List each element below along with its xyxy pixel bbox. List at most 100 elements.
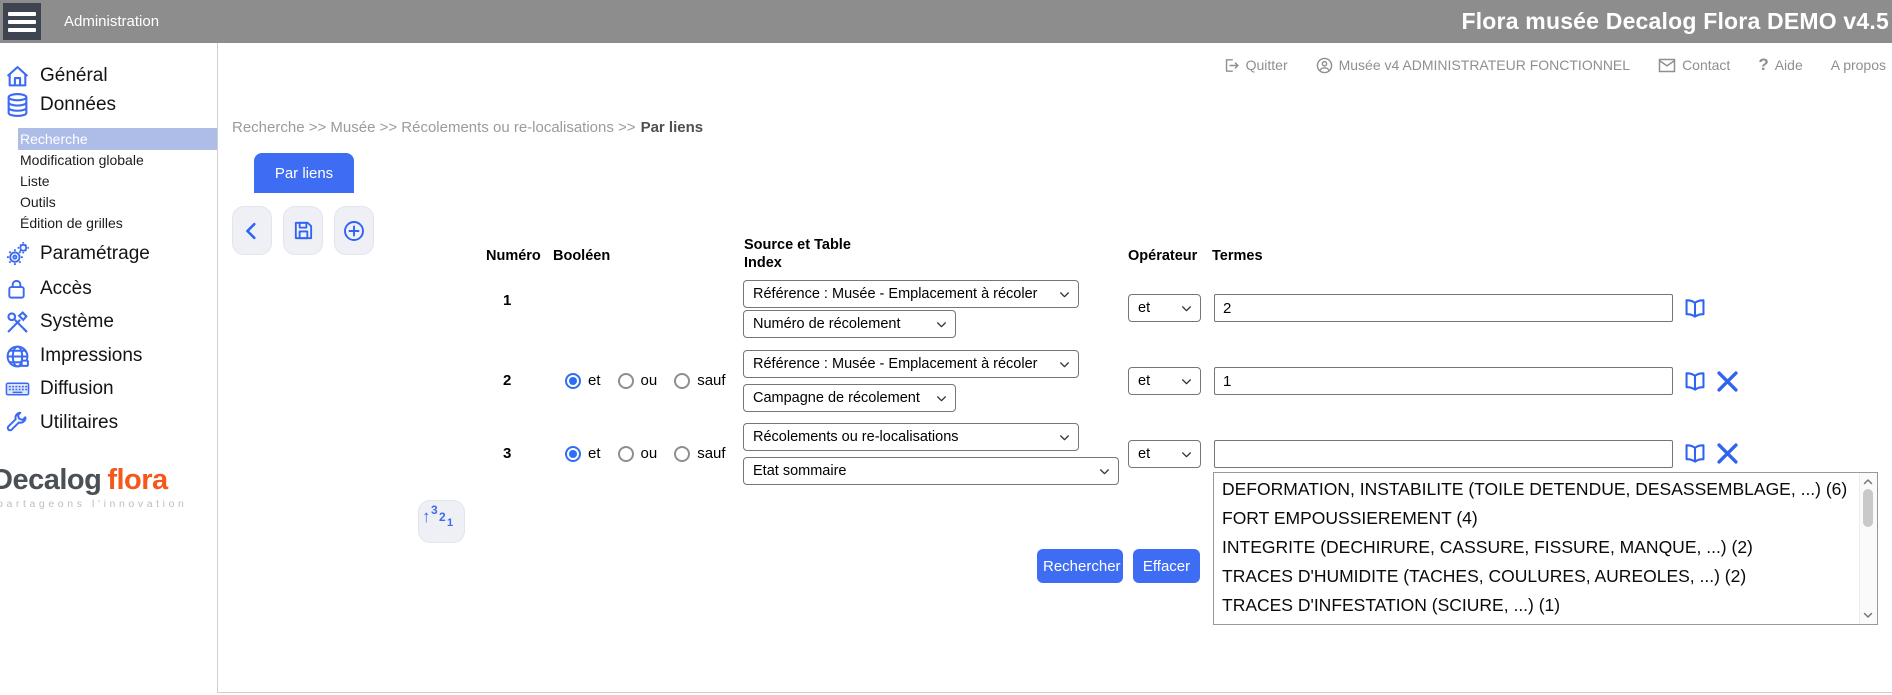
envelope-icon (1658, 58, 1676, 73)
list-item[interactable]: TRACES D'HUMIDITE (TACHES, COULURES, AUR… (1214, 562, 1860, 591)
globe-icon (5, 344, 31, 368)
save-button[interactable] (283, 206, 323, 255)
sidebar-item-modification-globale[interactable]: Modification globale (20, 152, 144, 168)
sort-order-button[interactable]: 3 ↑ 2 1 (418, 500, 465, 543)
floppy-disk-icon (292, 219, 315, 242)
scroll-down-icon[interactable] (1862, 609, 1874, 621)
quit-label: Quitter (1246, 57, 1288, 73)
operator-select-row2[interactable]: et (1128, 367, 1201, 395)
scroll-up-icon[interactable] (1862, 476, 1874, 488)
question-mark-icon: ? (1758, 55, 1768, 75)
sidebar-item-recherche[interactable]: Recherche (20, 131, 88, 147)
tools-icon (5, 310, 31, 334)
tab-par-liens[interactable]: Par liens (254, 153, 354, 193)
list-item[interactable]: FORT EMPOUSSIEREMENT (4) (1214, 504, 1860, 533)
help-link[interactable]: ? Aide (1758, 55, 1802, 75)
sidebar-item-edition-de-grilles[interactable]: Édition de grilles (20, 215, 123, 231)
utility-bar: Quitter Musée v4 ADMINISTRATEUR FONCTION… (1223, 55, 1886, 75)
source-table-select-row1[interactable]: Référence : Musée - Emplacement à récole… (743, 280, 1079, 308)
operator-select-row3[interactable]: et (1128, 440, 1201, 468)
delete-row-x-icon[interactable] (1714, 440, 1740, 466)
delete-row-x-icon[interactable] (1714, 368, 1740, 394)
keyboard-icon (5, 377, 31, 401)
index-value-listbox: DEFORMATION, INSTABILITE (TOILE DETENDUE… (1213, 472, 1878, 625)
source-table-select-row3[interactable]: Récolements ou re-localisations (743, 423, 1079, 451)
open-book-icon[interactable] (1682, 369, 1708, 395)
logo-brand: Decalog (0, 464, 101, 496)
breadcrumb-trail: Recherche >> Musée >> Récolements ou re-… (232, 119, 636, 136)
sidebar-item-diffusion[interactable]: Diffusion (5, 377, 114, 401)
open-book-icon[interactable] (1682, 296, 1708, 322)
sidebar-item-liste[interactable]: Liste (20, 173, 50, 189)
up-arrow-icon: ↑ (422, 507, 431, 527)
list-item[interactable]: DEFORMATION, INSTABILITE (TOILE DETENDUE… (1214, 475, 1860, 504)
decalog-flora-logo: Decalogflora (0, 464, 168, 497)
chevron-down-icon (1058, 288, 1071, 301)
user-icon (1316, 57, 1333, 74)
sidebar-item-label: Données (40, 94, 116, 116)
sidebar-divider (217, 43, 218, 692)
sidebar-item-general[interactable]: Général (5, 64, 108, 88)
content-bottom-border (217, 692, 1892, 693)
sidebar-item-outils[interactable]: Outils (20, 194, 56, 210)
index-select-row3[interactable]: Etat sommaire (743, 457, 1119, 485)
chevron-down-icon (1180, 448, 1193, 461)
index-select-row1[interactable]: Numéro de récolement (743, 310, 956, 338)
chevron-down-icon (1180, 375, 1193, 388)
radio-ou[interactable] (618, 373, 634, 389)
chevron-down-icon (1180, 302, 1193, 315)
radio-sauf[interactable] (674, 373, 690, 389)
index-select-row2[interactable]: Campagne de récolement (743, 384, 956, 412)
header-operateur: Opérateur (1128, 248, 1197, 264)
sidebar-item-parametrage[interactable]: Paramétrage (5, 242, 150, 266)
add-criterion-button[interactable] (334, 206, 374, 255)
sidebar-item-donnees[interactable]: Données (5, 93, 116, 117)
breadcrumb-current: Par liens (641, 119, 704, 136)
terms-input-row1[interactable] (1214, 294, 1673, 322)
radio-et-selected[interactable] (565, 446, 581, 462)
header-termes: Termes (1212, 248, 1263, 264)
radio-sauf[interactable] (674, 446, 690, 462)
chevron-down-icon (1098, 465, 1111, 478)
database-icon (5, 93, 31, 117)
list-item[interactable]: INTEGRITE (DECHIRURE, CASSURE, FISSURE, … (1214, 533, 1860, 562)
sidebar-item-label: Général (40, 65, 108, 87)
quit-link[interactable]: Quitter (1223, 57, 1288, 74)
lock-icon (5, 277, 31, 301)
terms-input-row3[interactable] (1214, 440, 1673, 468)
user-label: Musée v4 ADMINISTRATEUR FONCTIONNEL (1339, 57, 1630, 73)
scrollbar[interactable] (1859, 473, 1877, 624)
logo-product: flora (107, 464, 167, 496)
sidebar-item-utilitaires[interactable]: Utilitaires (5, 411, 118, 435)
source-table-select-row2[interactable]: Référence : Musée - Emplacement à récole… (743, 350, 1079, 378)
plus-circle-icon (342, 219, 366, 243)
scrollbar-thumb[interactable] (1863, 489, 1873, 527)
terms-input-row2[interactable] (1214, 367, 1673, 395)
about-link[interactable]: A propos (1831, 57, 1886, 73)
radio-et-selected[interactable] (565, 373, 581, 389)
search-button[interactable]: Rechercher (1037, 549, 1123, 583)
sidebar-item-impressions[interactable]: Impressions (5, 344, 142, 368)
back-button[interactable] (232, 206, 272, 255)
sidebar-item-acces[interactable]: Accès (5, 277, 92, 301)
menu-title: Administration (64, 0, 159, 43)
operator-select-row1[interactable]: et (1128, 294, 1201, 322)
logo-tagline: partageons l'innovation (0, 498, 187, 510)
chevron-down-icon (935, 318, 948, 331)
clear-button[interactable]: Effacer (1133, 549, 1200, 583)
header-source-table-index: Source et Table Index (744, 237, 851, 272)
list-item[interactable]: TRACES D'INFESTATION (SCIURE, ...) (1) (1214, 591, 1860, 620)
sidebar-item-systeme[interactable]: Système (5, 310, 114, 334)
logout-icon (1223, 57, 1240, 74)
contact-link[interactable]: Contact (1658, 57, 1730, 73)
administration-window: Administration Flora musée Decalog Flora… (0, 0, 1892, 695)
chevron-down-icon (935, 392, 948, 405)
chevron-left-icon (241, 220, 263, 242)
radio-ou[interactable] (618, 446, 634, 462)
row-number: 1 (503, 292, 511, 309)
chevron-down-icon (1058, 431, 1071, 444)
hamburger-menu-icon[interactable] (3, 3, 41, 40)
user-menu[interactable]: Musée v4 ADMINISTRATEUR FONCTIONNEL (1316, 57, 1630, 74)
open-book-icon[interactable] (1682, 441, 1708, 467)
header-booleen: Booléen (553, 248, 610, 264)
